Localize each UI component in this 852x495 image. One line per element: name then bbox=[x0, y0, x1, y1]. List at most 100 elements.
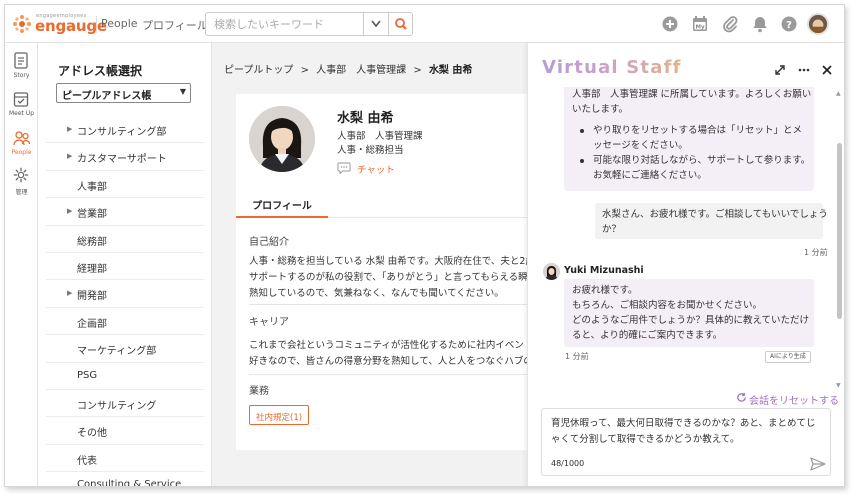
department-label: 企画部 bbox=[77, 318, 107, 330]
search-icon bbox=[395, 18, 407, 30]
logo-icon bbox=[13, 15, 31, 33]
top-header: engageemployees engauge People プロフィール My… bbox=[5, 5, 844, 43]
work-tag[interactable]: 社内規定(1) bbox=[249, 405, 310, 425]
department-label: コンサルティング部 bbox=[77, 127, 167, 138]
department-item[interactable]: 代表 bbox=[46, 445, 204, 473]
address-book-title: アドレス帳選択 bbox=[58, 64, 143, 78]
department-item[interactable]: ▶ 営業部 bbox=[46, 198, 204, 226]
department-item[interactable]: 企画部 bbox=[46, 308, 204, 336]
left-rail: Story Meet Up People 管理 bbox=[5, 43, 38, 486]
user-avatar[interactable] bbox=[807, 13, 829, 35]
department-item[interactable]: ▶ 開発部 bbox=[46, 280, 204, 308]
department-item[interactable]: コンサルティング bbox=[46, 390, 204, 418]
user-message-time: 1 分前 bbox=[804, 248, 828, 257]
department-item[interactable]: ▶ コンサルティング部 bbox=[46, 116, 204, 144]
divider bbox=[249, 374, 529, 375]
paperclip-icon[interactable] bbox=[721, 15, 739, 33]
department-list: ▶ コンサルティング部 ▶ カスタマーサポート 人事部 ▶ 営業部総務部経理部 ▶ 開発部企画部… bbox=[46, 116, 204, 487]
chevron-down-icon: ▼ bbox=[179, 87, 186, 96]
search-button[interactable] bbox=[389, 13, 413, 35]
expand-icon[interactable] bbox=[773, 63, 787, 77]
profile-role: 人事・総務担当 bbox=[337, 145, 404, 156]
address-book-selected: ピープルアドレス帳 bbox=[62, 91, 152, 102]
profile-tabs: プロフィール bbox=[236, 189, 536, 218]
logo[interactable]: engageemployees engauge bbox=[12, 13, 107, 35]
char-count: 48/1000 bbox=[551, 459, 585, 468]
department-item[interactable]: 人事部 bbox=[46, 171, 204, 199]
header-crumb-people[interactable]: People bbox=[101, 17, 138, 30]
expand-arrow-icon[interactable]: ▶ bbox=[67, 289, 72, 297]
department-label: 人事部 bbox=[77, 181, 107, 193]
department-item[interactable]: マーケティング部 bbox=[46, 335, 204, 363]
tab-profile[interactable]: プロフィール bbox=[236, 189, 328, 218]
expand-arrow-icon[interactable]: ▶ bbox=[67, 152, 72, 160]
search-input[interactable] bbox=[206, 13, 363, 35]
department-label: 営業部 bbox=[77, 209, 107, 221]
profile-photo bbox=[249, 106, 315, 172]
divider bbox=[249, 304, 529, 305]
breadcrumb-current: 水梨 由希 bbox=[428, 65, 473, 76]
header-divider bbox=[96, 16, 97, 33]
profile-department: 人事部 人事管理課 bbox=[337, 131, 423, 142]
profile-name: 水梨 由希 bbox=[337, 111, 394, 126]
search-filter-dropdown[interactable] bbox=[364, 13, 388, 35]
profile-card: 水梨 由希 人事部 人事管理課 人事・総務担当 チャット プロフィール 自己紹介… bbox=[236, 94, 536, 450]
breadcrumb-department[interactable]: 人事部 人事管理課 bbox=[316, 65, 406, 76]
chevron-down-icon bbox=[371, 20, 381, 28]
virtual-staff-title: Virtual Staff bbox=[542, 57, 682, 78]
chat-scrollbar[interactable] bbox=[837, 143, 842, 319]
calendar-my-icon[interactable]: My bbox=[691, 15, 709, 33]
department-item[interactable]: 経理部 bbox=[46, 253, 204, 281]
department-label: 経理部 bbox=[77, 263, 107, 275]
virtual-staff-panel: Virtual Staff 人事部 人事管理課 に所属しています。よろしくお願い… bbox=[527, 43, 844, 486]
scroll-up-arrow[interactable]: ▲ bbox=[836, 90, 841, 97]
department-label: Consulting & Service bbox=[77, 479, 182, 487]
svg-text:?: ? bbox=[786, 20, 792, 31]
send-icon[interactable] bbox=[810, 457, 826, 471]
search-box bbox=[205, 12, 413, 36]
rail-item-admin[interactable]: 管理 bbox=[5, 165, 38, 201]
department-label: マーケティング部 bbox=[77, 346, 157, 358]
department-label: カスタマーサポート bbox=[77, 154, 167, 166]
rail-item-people[interactable]: People bbox=[5, 127, 38, 163]
department-item[interactable]: その他 bbox=[46, 417, 204, 445]
ai-avatar bbox=[543, 263, 560, 280]
bell-icon[interactable] bbox=[751, 15, 769, 33]
department-item[interactable]: PSG bbox=[46, 363, 204, 390]
avatar-image bbox=[809, 15, 827, 33]
address-book-select[interactable]: ピープルアドレス帳 ▼ bbox=[56, 83, 191, 103]
department-label: 開発部 bbox=[77, 291, 107, 303]
department-label: コンサルティング bbox=[77, 400, 157, 412]
svg-text:My: My bbox=[695, 25, 704, 31]
story-icon bbox=[14, 52, 28, 69]
chat-messages[interactable]: 人事部 人事管理課 に所属しています。よろしくお願い いたします。 やり取りをリ… bbox=[528, 87, 844, 392]
gear-icon bbox=[13, 167, 29, 183]
chat-icon bbox=[337, 162, 351, 174]
expand-arrow-icon[interactable]: ▶ bbox=[67, 207, 72, 215]
more-icon[interactable] bbox=[797, 63, 811, 77]
close-icon[interactable] bbox=[820, 63, 834, 77]
calendar-icon bbox=[13, 92, 29, 107]
main-content: ピープルトップ > 人事部 人事管理課 > 水梨 由希 水梨 由希 人事部 人事… bbox=[212, 43, 536, 486]
ai-message: お疲れ様です。 もちろん、ご相談内容をお聞かせください。 どのようなご用件でしょ… bbox=[564, 279, 814, 347]
app-window: engageemployees engauge People プロフィール My… bbox=[4, 4, 845, 487]
department-item[interactable]: ▶ カスタマーサポート bbox=[46, 143, 204, 171]
chat-link-label: チャット bbox=[357, 165, 395, 176]
rail-item-story[interactable]: Story bbox=[5, 50, 38, 86]
add-circle-icon[interactable] bbox=[661, 15, 679, 33]
department-item[interactable]: 総務部 bbox=[46, 226, 204, 253]
department-item[interactable]: Consulting & Service bbox=[46, 472, 204, 487]
address-book-panel: アドレス帳選択 ピープルアドレス帳 ▼ ▶ コンサルティング部 ▶ カスタマーサポート… bbox=[38, 43, 212, 487]
scroll-down-arrow[interactable]: ▼ bbox=[836, 382, 841, 389]
rail-item-meetup[interactable]: Meet Up bbox=[5, 88, 38, 124]
help-icon[interactable]: ? bbox=[780, 15, 798, 33]
department-label: 総務部 bbox=[77, 236, 107, 248]
expand-arrow-icon[interactable]: ▶ bbox=[67, 125, 72, 133]
profile-photo-image bbox=[249, 106, 315, 172]
message-input[interactable]: 育児休暇って、最大何日取得できるのかな？あと、まとめてじ ゃくて分割して取得でき… bbox=[541, 408, 831, 476]
breadcrumb-people-top[interactable]: ピープルトップ bbox=[224, 65, 293, 76]
ai-generated-badge: AIにより生成 bbox=[765, 351, 811, 363]
department-label: PSG bbox=[77, 369, 98, 381]
bot-message: 人事部 人事管理課 に所属しています。よろしくお願い いたします。 やり取りをリ… bbox=[564, 87, 814, 191]
intro-body: 人事・総務を担当している 水梨 由希です。大阪府在住で、夫と2歳の サポートする… bbox=[249, 256, 536, 299]
